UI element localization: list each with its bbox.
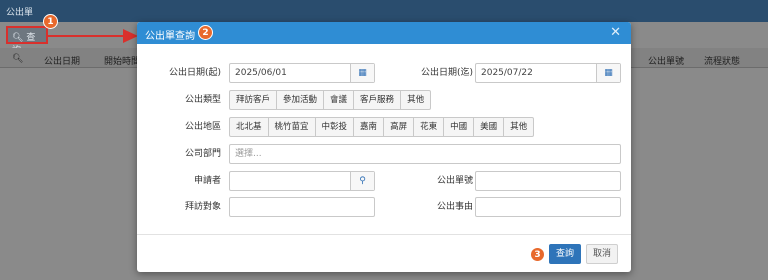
search-icon[interactable]: ⚲ <box>350 172 374 190</box>
header-search-icon: 🔍︎ <box>12 54 24 64</box>
type-option-meeting[interactable]: 會議 <box>323 90 355 110</box>
region-row: 公出地區 北北基 桃竹苗宜 中彰投 嘉南 高屏 花東 中國 美國 其他 <box>137 116 631 138</box>
header-form-no[interactable]: 公出單號 <box>648 54 684 67</box>
calendar-icon[interactable]: ▦ <box>350 64 374 82</box>
form-no-label: 公出單號 <box>436 176 473 186</box>
region-label: 公出地區 <box>184 122 221 132</box>
header-date[interactable]: 公出日期 <box>44 54 80 67</box>
region-options: 北北基 桃竹苗宜 中彰投 嘉南 高屏 花東 中國 美國 其他 <box>229 117 535 137</box>
close-icon[interactable]: ✕ <box>610 25 621 40</box>
header-status[interactable]: 流程狀態 <box>704 54 740 67</box>
modal-title: 公出單查詢 <box>145 31 195 42</box>
region-option-5[interactable]: 高屏 <box>383 117 415 137</box>
type-option-event[interactable]: 參加活動 <box>276 90 325 110</box>
region-option-1[interactable]: 北北基 <box>229 117 269 137</box>
type-row: 公出類型 拜訪客戶 參加活動 會議 客戶服務 其他 <box>137 89 631 111</box>
step-marker-3: 3 <box>530 247 545 262</box>
date-start-field[interactable]: 2025/06/01 ▦ <box>229 63 375 83</box>
date-end-label: 公出日期(迄) <box>420 68 473 78</box>
modal-footer-divider <box>137 234 631 235</box>
region-option-2[interactable]: 桃竹苗宜 <box>267 117 316 137</box>
visit-target-label: 拜訪對象 <box>184 202 221 212</box>
date-start-label: 公出日期(起) <box>168 68 221 78</box>
applicant-field[interactable]: ⚲ <box>229 171 375 191</box>
calendar-icon[interactable]: ▦ <box>596 64 620 82</box>
type-label: 公出類型 <box>184 95 221 105</box>
region-option-4[interactable]: 嘉南 <box>353 117 385 137</box>
dept-select[interactable]: 選擇... <box>229 144 621 164</box>
visit-target-input[interactable] <box>229 197 375 217</box>
query-modal: 公出單查詢 ✕ 公出日期(起) 2025/06/01 ▦ 公出日期(迄) 202… <box>137 22 631 272</box>
reason-input[interactable] <box>475 197 621 217</box>
search-icon: 🔍︎ <box>12 33 24 43</box>
region-option-9[interactable]: 其他 <box>503 117 535 137</box>
region-option-3[interactable]: 中彰投 <box>314 117 355 137</box>
region-option-8[interactable]: 美國 <box>473 117 505 137</box>
arrow-icon <box>47 29 138 43</box>
query-button[interactable]: 查詢 <box>549 244 581 264</box>
step-marker-1: 1 <box>43 14 58 29</box>
type-option-service[interactable]: 客戶服務 <box>353 90 402 110</box>
form-no-input[interactable] <box>475 171 621 191</box>
date-row: 公出日期(起) 2025/06/01 ▦ 公出日期(迄) 2025/07/22 … <box>137 62 631 84</box>
date-end-field[interactable]: 2025/07/22 ▦ <box>475 63 621 83</box>
date-start-value: 2025/06/01 <box>235 68 287 78</box>
type-option-visit[interactable]: 拜訪客戶 <box>229 90 278 110</box>
app-title: 公出單 <box>6 8 34 18</box>
region-option-6[interactable]: 花東 <box>413 117 445 137</box>
cancel-button[interactable]: 取消 <box>586 244 618 264</box>
type-options: 拜訪客戶 參加活動 會議 客戶服務 其他 <box>229 90 432 110</box>
header-start-time[interactable]: 開始時間 <box>104 54 140 67</box>
search-button[interactable]: 🔍︎ 查詢 <box>6 26 48 56</box>
dept-placeholder: 選擇... <box>235 149 262 159</box>
visit-row: 拜訪對象 公出事由 <box>137 196 631 218</box>
dept-row: 公司部門 選擇... <box>137 143 631 165</box>
date-end-value: 2025/07/22 <box>481 68 533 78</box>
reason-label: 公出事由 <box>436 202 473 212</box>
applicant-row: 申請者 ⚲ 公出單號 <box>137 170 631 192</box>
region-option-7[interactable]: 中國 <box>443 117 475 137</box>
type-option-other[interactable]: 其他 <box>400 90 432 110</box>
app-topbar: 公出單 <box>0 0 768 22</box>
dept-label: 公司部門 <box>184 149 221 159</box>
applicant-label: 申請者 <box>193 176 221 186</box>
step-marker-2: 2 <box>198 25 213 40</box>
